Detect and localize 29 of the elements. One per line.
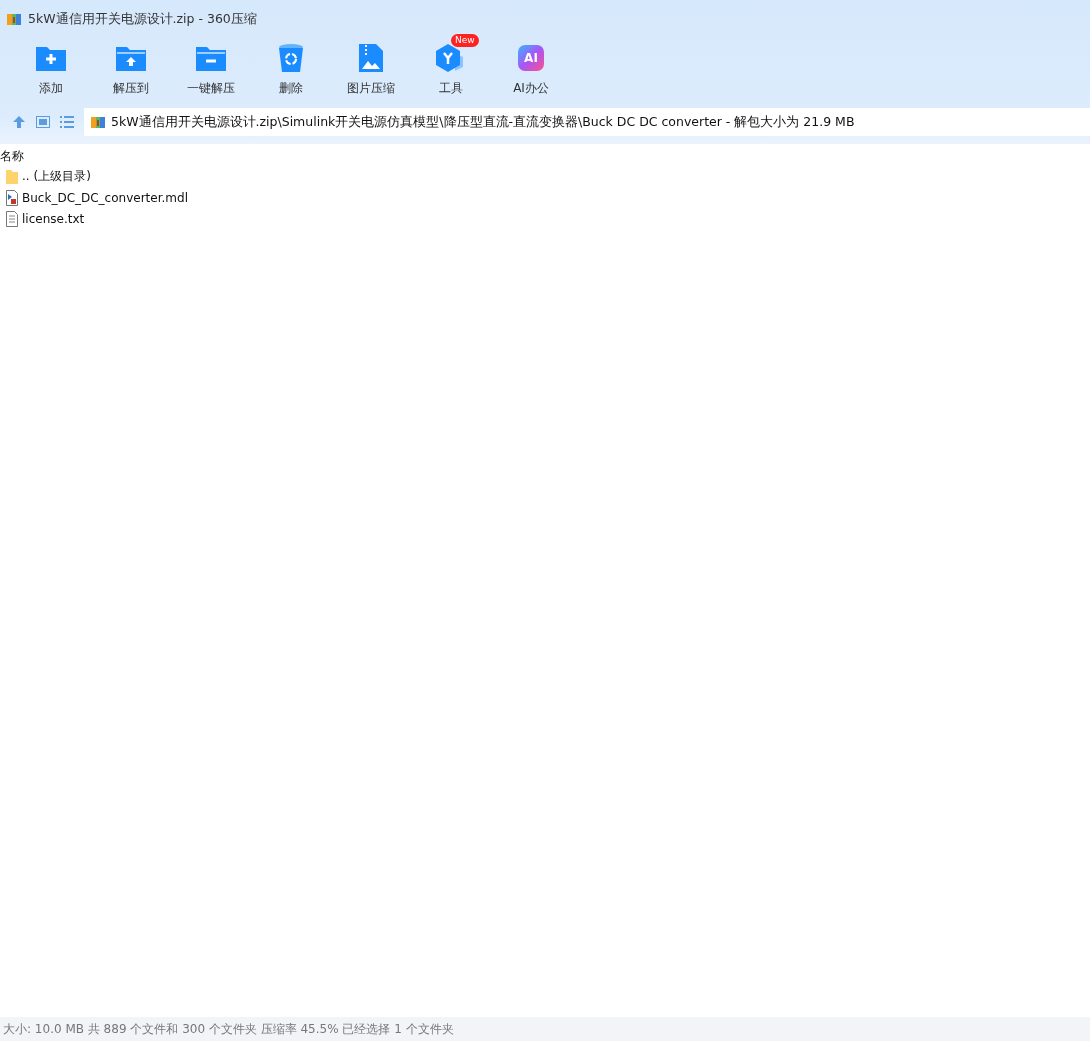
- folder-minus-icon: [195, 44, 227, 72]
- window-title: 5kW通信用开关电源设计.zip - 360压缩: [28, 10, 257, 28]
- model-file-icon: [5, 189, 19, 206]
- list-view-icon[interactable]: [60, 116, 74, 128]
- file-row[interactable]: license.txt: [0, 208, 1090, 229]
- toolbar-button[interactable]: 一键解压: [171, 34, 251, 102]
- file-row[interactable]: .. (上级目录): [0, 166, 1090, 187]
- folder-upload-icon: [115, 44, 147, 72]
- file-row[interactable]: Buck_DC_DC_converter.mdl: [0, 187, 1090, 208]
- thumbnail-view-icon[interactable]: [36, 116, 50, 128]
- column-header[interactable]: 名称: [0, 147, 24, 165]
- address-bar[interactable]: 5kW通信用开关电源设计.zip\Simulink开关电源仿真模型\降压型直流-直流变换器\Buck DC DC converter - 解包大小为 21.9 MB: [84, 108, 1090, 136]
- archive-icon: [6, 11, 22, 27]
- toolbar-button[interactable]: AI AI办公: [491, 34, 571, 102]
- status-bar: 大小: 10.0 MB 共 889 个文件和 300 个文件夹 压缩率 45.5% 已经选择 1 个文件夹: [0, 1017, 1090, 1041]
- toolbar-button[interactable]: 解压到: [91, 34, 171, 102]
- toolbar-button[interactable]: 删除: [251, 34, 331, 102]
- folder-icon: [5, 168, 19, 185]
- recycle-bin-icon: [278, 43, 304, 73]
- toolbar-button[interactable]: 添加: [11, 34, 91, 102]
- up-arrow-icon[interactable]: [12, 115, 26, 129]
- toolbar-button[interactable]: 图片压缩: [331, 34, 411, 102]
- text-file-icon: [5, 210, 19, 227]
- folder-plus-icon: [35, 44, 67, 72]
- image-file-icon: [358, 43, 384, 73]
- toolbar-button[interactable]: New 工具: [411, 34, 491, 102]
- new-badge: New: [451, 34, 479, 47]
- ai-app-icon: AI: [518, 45, 544, 71]
- archive-icon: [90, 114, 106, 130]
